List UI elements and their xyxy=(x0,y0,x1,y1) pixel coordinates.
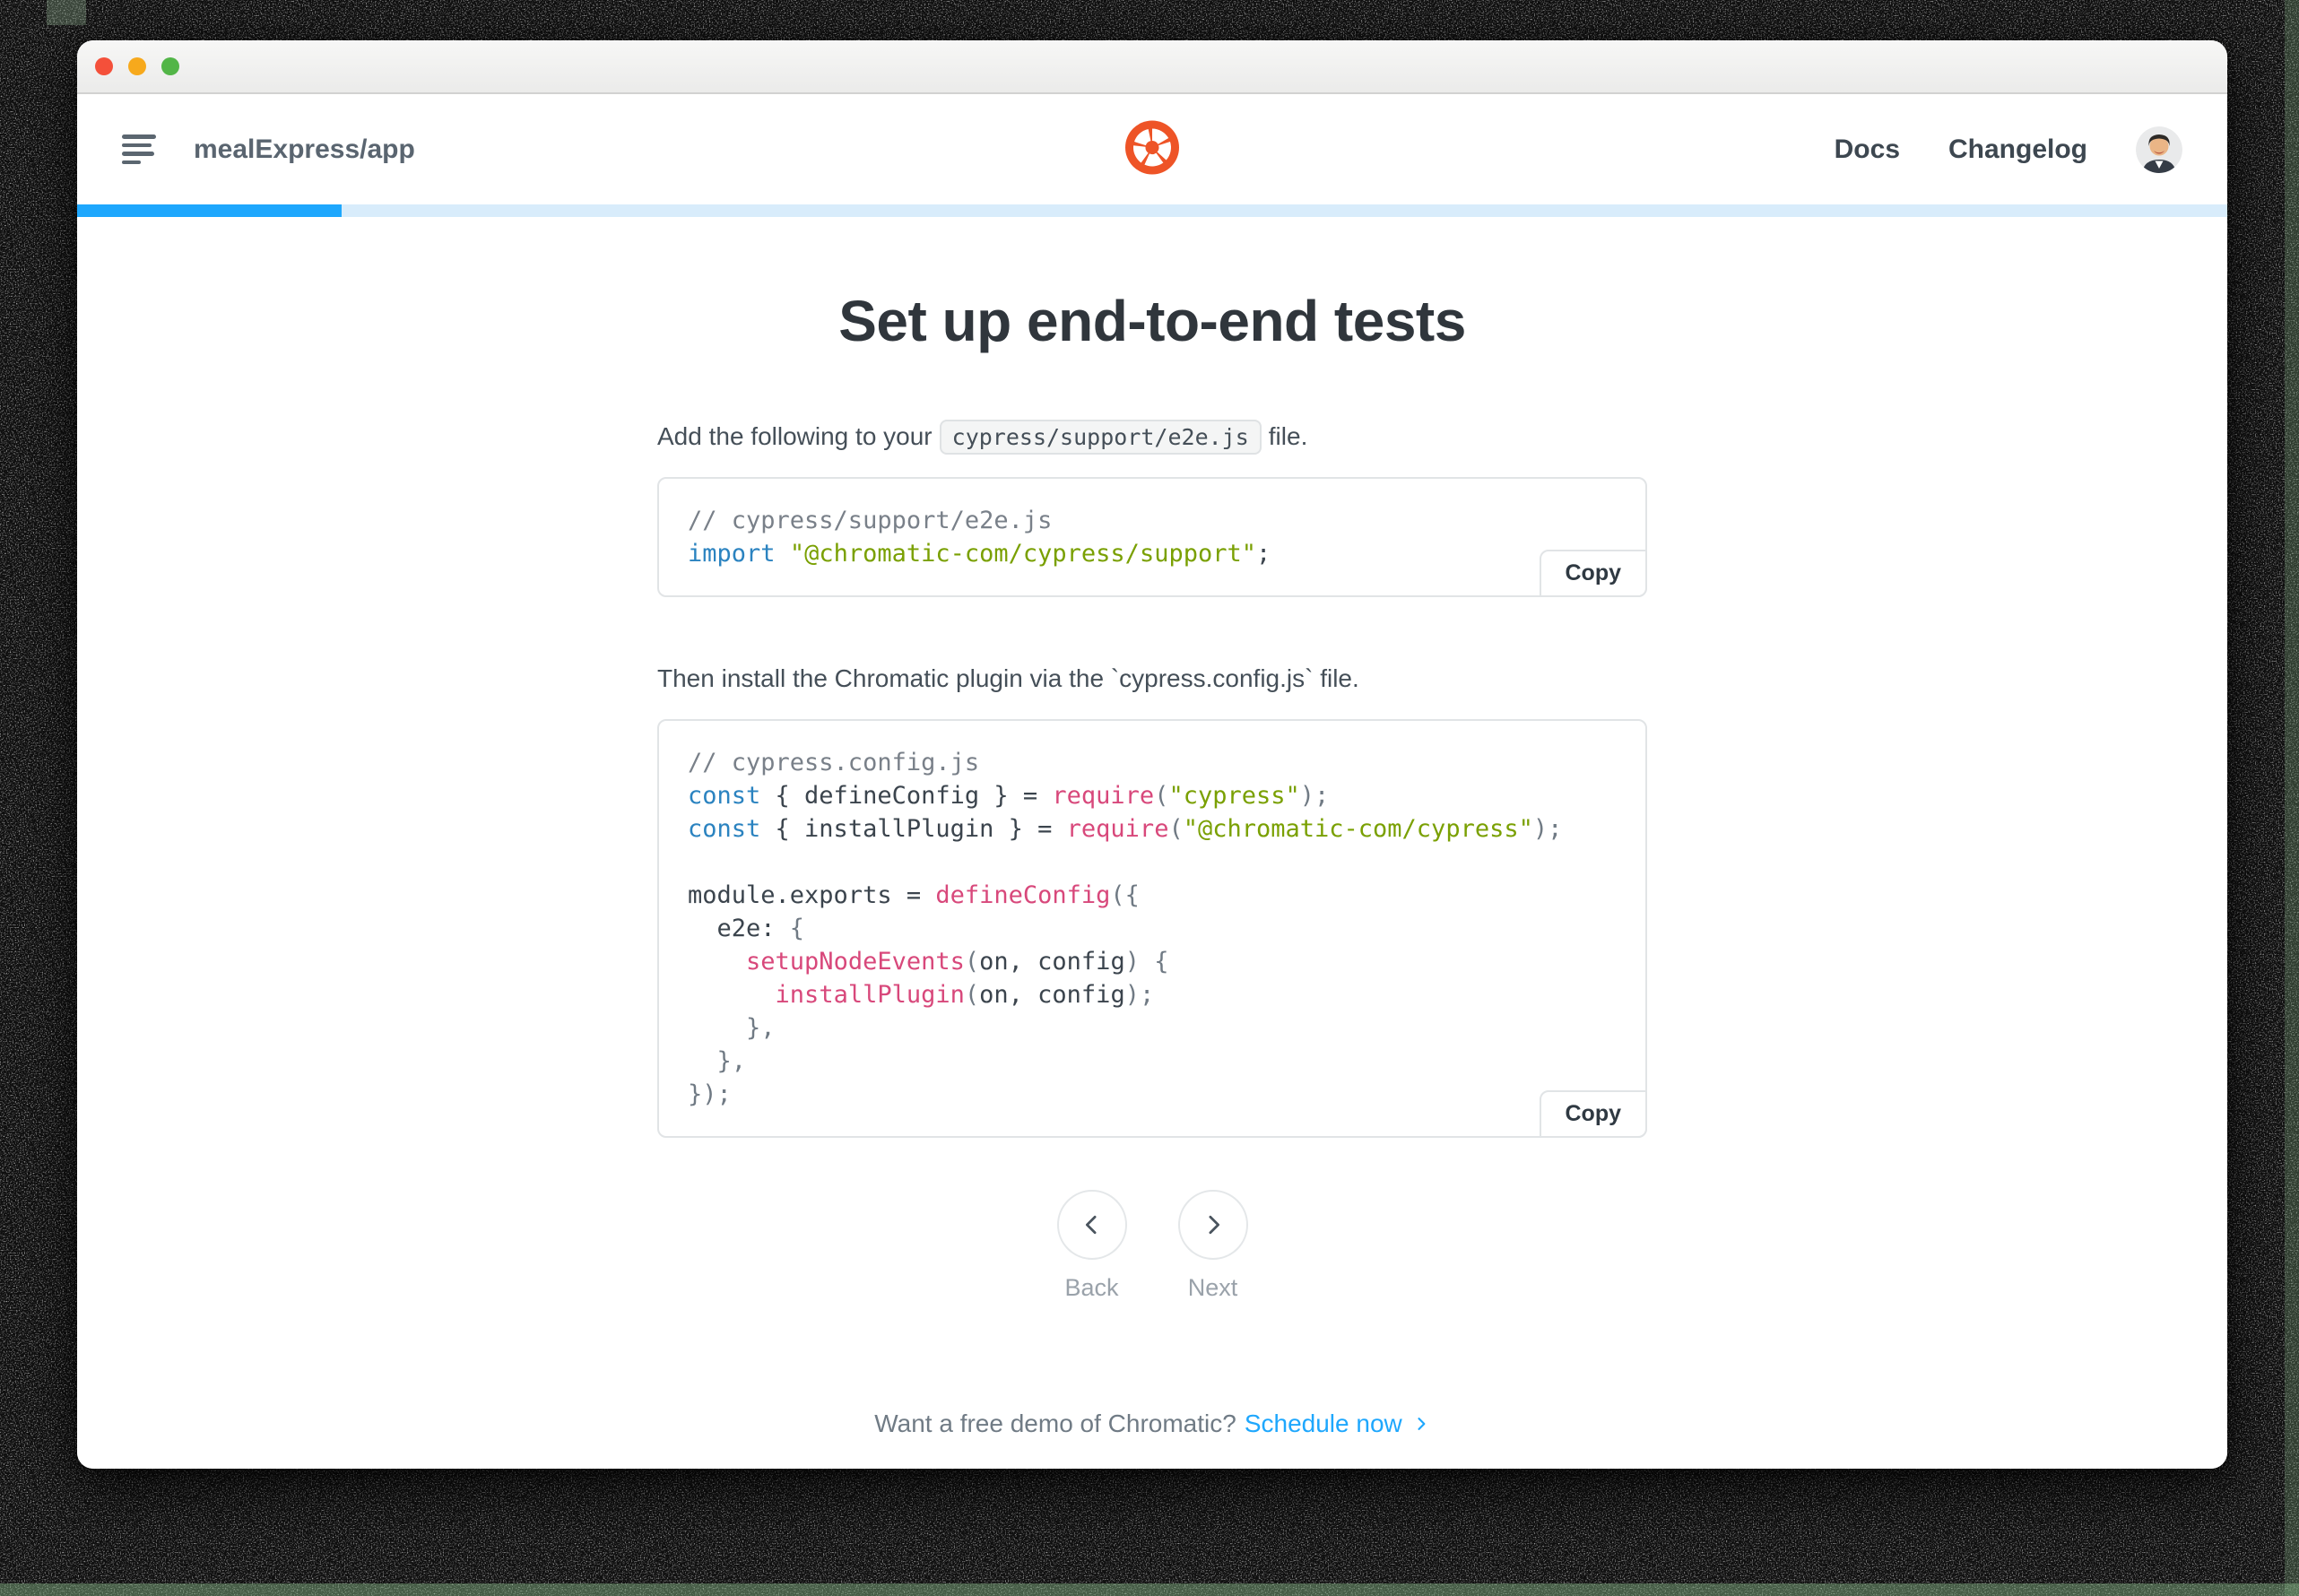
back-button-label: Back xyxy=(1064,1273,1119,1301)
close-window-button[interactable] xyxy=(95,57,113,75)
next-button[interactable] xyxy=(1177,1189,1248,1260)
header-left-group: mealExpress/app xyxy=(122,134,415,165)
copy-button[interactable]: Copy xyxy=(1539,1089,1647,1138)
progress-fill xyxy=(77,204,342,217)
chevron-right-icon xyxy=(1209,1215,1219,1234)
pager-next-group: Next xyxy=(1176,1189,1250,1302)
footer-prompt: Want a free demo of Chromatic? xyxy=(874,1409,1236,1437)
schedule-link-label: Schedule now xyxy=(1244,1409,1402,1437)
chromatic-logo-icon[interactable] xyxy=(1125,120,1179,174)
user-avatar[interactable] xyxy=(2136,126,2182,173)
main-content: Set up end-to-end tests Add the followin… xyxy=(77,217,2227,1469)
code-snippet: // cypress.config.js const { defineConfig… xyxy=(688,748,1563,1108)
avatar-photo xyxy=(2136,126,2182,173)
next-button-label: Next xyxy=(1187,1273,1238,1301)
minimize-window-button[interactable] xyxy=(128,57,146,75)
pager-navigation: Back Next xyxy=(1055,1189,1250,1302)
app-header: mealExpress/app Docs Changelog xyxy=(77,94,2227,204)
pager-back-group: Back xyxy=(1055,1189,1129,1302)
code-snippet: // cypress/support/e2e.js import "@chroma… xyxy=(688,506,1271,568)
sidebar-menu-icon[interactable] xyxy=(122,134,156,164)
code-block-cypress-config: // cypress.config.js const { defineConfig… xyxy=(657,718,1647,1138)
code-block-e2e-support: // cypress/support/e2e.js import "@chroma… xyxy=(657,476,1647,597)
nav-docs-link[interactable]: Docs xyxy=(1835,134,1900,165)
header-right-group: Docs Changelog xyxy=(1835,126,2182,173)
copy-button[interactable]: Copy xyxy=(1539,549,1647,597)
chevron-left-icon xyxy=(1085,1215,1096,1234)
window-titlebar xyxy=(77,40,2227,94)
chevron-right-icon xyxy=(1418,1417,1426,1430)
inline-code-path: cypress/support/e2e.js xyxy=(939,419,1262,455)
project-name[interactable]: mealExpress/app xyxy=(194,134,415,165)
page-title: Set up end-to-end tests xyxy=(838,289,1466,353)
header-logo-group xyxy=(1125,120,1179,178)
instruction-1-after: file. xyxy=(1268,421,1308,450)
schedule-demo-link[interactable]: Schedule now xyxy=(1245,1410,1430,1438)
instruction-step-1: Add the following to your cypress/support… xyxy=(657,418,1647,455)
back-button[interactable] xyxy=(1056,1189,1127,1260)
nav-changelog-link[interactable]: Changelog xyxy=(1948,134,2087,165)
instruction-step-2: Then install the Chromatic plugin via th… xyxy=(657,664,1359,692)
instruction-1-before: Add the following to your xyxy=(657,421,933,450)
onboarding-progress-bar xyxy=(77,204,2227,217)
screenshot-stage: mealExpress/app Docs Changelog Set up en… xyxy=(0,0,2299,1596)
demo-footer: Want a free demo of Chromatic? Schedule … xyxy=(874,1410,1430,1438)
zoom-window-button[interactable] xyxy=(161,57,179,75)
app-window: mealExpress/app Docs Changelog Set up en… xyxy=(77,40,2227,1469)
